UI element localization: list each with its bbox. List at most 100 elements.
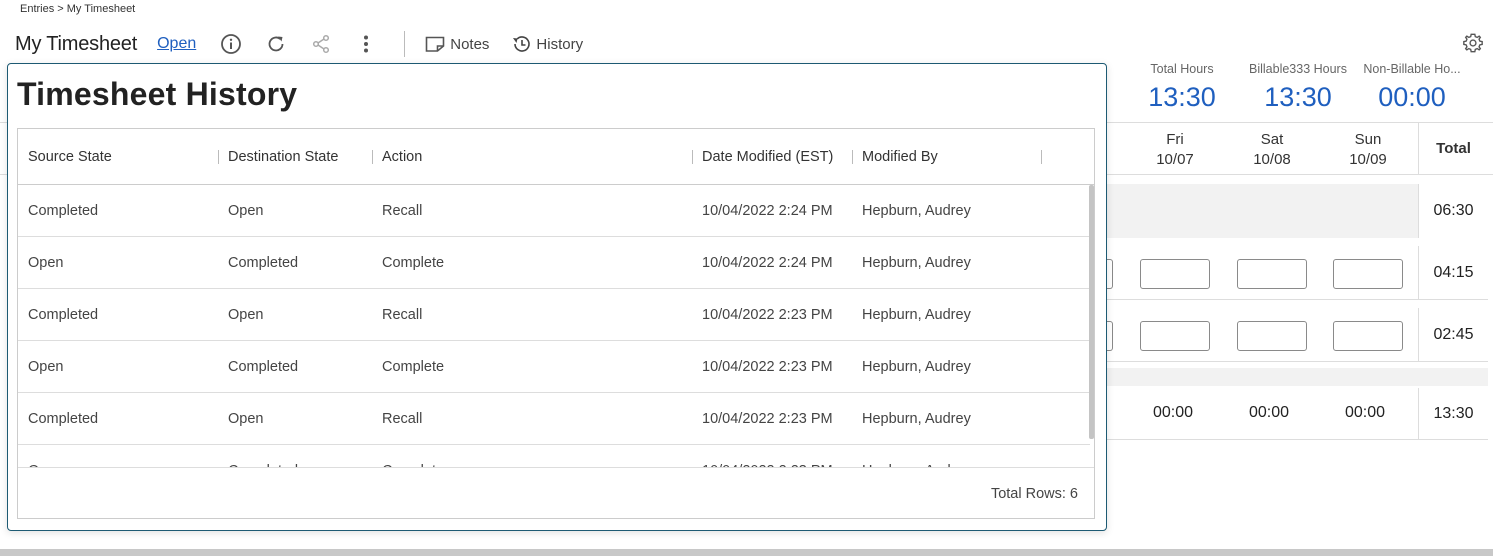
- cell-action: Recall: [382, 203, 423, 219]
- cell-date-modified: 10/04/2022 2:24 PM: [702, 255, 833, 271]
- day-total-sat: 00:00: [1248, 404, 1290, 421]
- hours-input-sat[interactable]: [1237, 259, 1307, 289]
- cell-action: Complete: [382, 445, 444, 467]
- cell-destination-state: Completed: [228, 445, 298, 467]
- column-resize-handle[interactable]: [1041, 150, 1042, 164]
- table-row[interactable]: Open Completed Complete 10/04/2022 2:23 …: [18, 341, 1090, 393]
- summary-label: Total Hours: [1150, 62, 1214, 76]
- notes-icon: [425, 36, 445, 52]
- notes-label: Notes: [450, 35, 490, 53]
- column-header-date-modified[interactable]: Date Modified (EST): [702, 129, 833, 185]
- gear-icon[interactable]: [1462, 32, 1484, 54]
- hours-input-fri[interactable]: [1140, 321, 1210, 351]
- history-popover: Timesheet History Source State Destinati…: [7, 63, 1107, 531]
- section-band: [1107, 368, 1488, 386]
- cell-source-state: Completed: [28, 411, 99, 427]
- history-label: History: [536, 35, 584, 53]
- day-total-fri: 00:00: [1152, 404, 1194, 421]
- column-resize-handle[interactable]: [218, 150, 219, 164]
- table-row[interactable]: Open Completed Complete 10/04/2022 2:23 …: [18, 445, 1090, 467]
- status-link[interactable]: Open: [157, 35, 196, 53]
- history-grid: Source State Destination State Action Da…: [17, 128, 1095, 519]
- cell-source-state: Open: [28, 359, 64, 375]
- share-icon[interactable]: [308, 31, 334, 57]
- summary-value: 13:30: [1264, 82, 1332, 112]
- vertical-scrollbar[interactable]: [1089, 185, 1094, 439]
- day-total-sun: 00:00: [1344, 404, 1386, 421]
- column-resize-handle[interactable]: [852, 150, 853, 164]
- refresh-icon[interactable]: [263, 31, 289, 57]
- history-grid-footer: Total Rows: 6: [18, 467, 1094, 518]
- hours-input-sun[interactable]: [1333, 259, 1403, 289]
- history-icon: [513, 36, 531, 52]
- cell-modified-by: Hepburn, Audrey: [862, 255, 971, 271]
- column-resize-handle[interactable]: [692, 150, 693, 164]
- summary-total-hours: Total Hours 13:30: [1117, 62, 1247, 113]
- cell-destination-state: Open: [228, 307, 264, 323]
- notes-button[interactable]: Notes: [425, 35, 489, 53]
- day-name: Fri: [1166, 131, 1184, 148]
- table-row[interactable]: Completed Open Recall 10/04/2022 2:23 PM…: [18, 393, 1090, 445]
- grand-total: 13:30: [1418, 388, 1488, 440]
- total-column-header: Total: [1418, 122, 1488, 174]
- summary-value: 00:00: [1378, 82, 1446, 112]
- cell-action: Recall: [382, 307, 423, 323]
- hours-input-sun[interactable]: [1333, 321, 1403, 351]
- hours-input-fri[interactable]: [1140, 259, 1210, 289]
- cell-destination-state: Completed: [228, 255, 299, 271]
- cell-modified-by: Hepburn, Audrey: [862, 359, 971, 375]
- hours-input-sat[interactable]: [1237, 321, 1307, 351]
- cell-date-modified: 10/04/2022 2:24 PM: [702, 203, 833, 219]
- cell-source-state: Completed: [28, 203, 99, 219]
- day-date: 10/09: [1349, 151, 1387, 168]
- summary-label: Billable333 Hours: [1249, 62, 1347, 76]
- column-resize-handle[interactable]: [372, 150, 373, 164]
- history-button[interactable]: History: [511, 34, 583, 54]
- horizontal-scrollbar[interactable]: [0, 549, 1493, 556]
- table-row[interactable]: Completed Open Recall 10/04/2022 2:24 PM…: [18, 185, 1090, 237]
- cell-modified-by: Hepburn, Audrey: [862, 445, 971, 467]
- page-title: My Timesheet: [15, 32, 138, 55]
- summary-value: 13:30: [1148, 82, 1216, 112]
- day-name: Sat: [1260, 131, 1284, 148]
- table-row[interactable]: Completed Open Recall 10/04/2022 2:23 PM…: [18, 289, 1090, 341]
- cell-action: Recall: [382, 411, 423, 427]
- row-total: 04:15: [1418, 246, 1488, 300]
- row-total: 02:45: [1418, 308, 1488, 362]
- toolbar-divider: [404, 31, 406, 57]
- history-grid-header: Source State Destination State Action Da…: [18, 129, 1094, 185]
- column-header-destination-state[interactable]: Destination State: [228, 129, 338, 185]
- page-header: My Timesheet Open Notes History: [15, 28, 605, 60]
- day-date: 10/08: [1253, 151, 1291, 168]
- column-header-modified-by[interactable]: Modified By: [862, 129, 938, 185]
- cell-action: Complete: [382, 359, 445, 375]
- cell-modified-by: Hepburn, Audrey: [862, 307, 971, 323]
- cell-source-state: Open: [28, 255, 64, 271]
- day-header-fri: Fri 10/07: [1130, 130, 1220, 170]
- day-name: Sun: [1354, 131, 1382, 148]
- cell-date-modified: 10/04/2022 2:23 PM: [702, 359, 833, 375]
- breadcrumb: Entries > My Timesheet: [20, 3, 136, 15]
- day-header-sat: Sat 10/08: [1227, 130, 1317, 170]
- cell-source-state: Open: [28, 445, 63, 467]
- cell-destination-state: Completed: [228, 359, 299, 375]
- column-header-action[interactable]: Action: [382, 129, 422, 185]
- cell-modified-by: Hepburn, Audrey: [862, 411, 971, 427]
- summary-billable-hours: Billable333 Hours 13:30: [1233, 62, 1363, 113]
- day-header-sun: Sun 10/09: [1323, 130, 1413, 170]
- cell-modified-by: Hepburn, Audrey: [862, 203, 971, 219]
- summary-label: Non-Billable Ho...: [1363, 62, 1461, 76]
- day-date: 10/07: [1156, 151, 1194, 168]
- cell-action: Complete: [382, 255, 445, 271]
- cell-date-modified: 10/04/2022 2:23 PM: [702, 445, 833, 467]
- info-icon[interactable]: [218, 31, 244, 57]
- history-title: Timesheet History: [17, 76, 298, 112]
- cell-date-modified: 10/04/2022 2:23 PM: [702, 307, 833, 323]
- cell-date-modified: 10/04/2022 2:23 PM: [702, 411, 833, 427]
- summary-non-billable-hours: Non-Billable Ho... 00:00: [1347, 62, 1477, 113]
- table-row[interactable]: Open Completed Complete 10/04/2022 2:24 …: [18, 237, 1090, 289]
- history-grid-body: Completed Open Recall 10/04/2022 2:24 PM…: [18, 185, 1090, 467]
- column-header-source-state[interactable]: Source State: [28, 129, 112, 185]
- cell-destination-state: Open: [228, 411, 264, 427]
- more-vertical-icon[interactable]: [353, 31, 379, 57]
